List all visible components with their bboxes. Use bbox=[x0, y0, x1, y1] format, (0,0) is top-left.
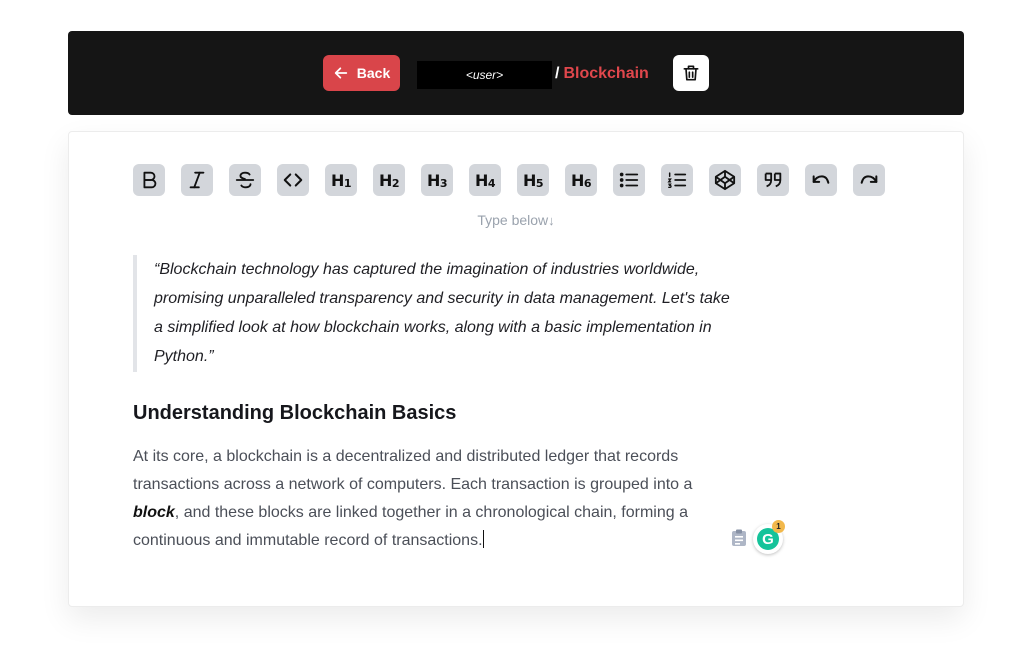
heading-1-label: H1 bbox=[330, 170, 352, 190]
undo-button[interactable] bbox=[805, 164, 837, 196]
quote-line: promising unparalleled transparency and … bbox=[154, 290, 730, 307]
grammarly-count-badge: 1 bbox=[772, 520, 785, 533]
paragraph-line: transactions across a network of compute… bbox=[133, 476, 693, 493]
grammarly-button[interactable]: G 1 bbox=[753, 520, 785, 554]
redo-icon bbox=[860, 175, 878, 184]
ordered-list-icon bbox=[667, 172, 687, 188]
paragraph-line: At its core, a blockchain is a decentral… bbox=[133, 448, 679, 465]
breadcrumb: / Blockchain bbox=[555, 62, 649, 86]
arrow-left-icon bbox=[334, 67, 347, 79]
bullet-list-button[interactable] bbox=[613, 164, 645, 196]
section-heading[interactable]: Understanding Blockchain Basics bbox=[133, 402, 456, 425]
heading-4-button[interactable]: H4 bbox=[469, 164, 501, 196]
clipboard-extension-icon[interactable] bbox=[731, 529, 747, 547]
document-title[interactable]: Blockchain bbox=[563, 65, 648, 83]
strikethrough-icon bbox=[235, 171, 255, 189]
bold-button[interactable] bbox=[133, 164, 165, 196]
code-button[interactable] bbox=[277, 164, 309, 196]
formatting-toolbar: H1 H2 H3 H4 H5 H6 bbox=[133, 164, 885, 196]
heading-3-button[interactable]: H3 bbox=[421, 164, 453, 196]
heading-5-label: H5 bbox=[522, 170, 544, 190]
arrow-down-icon: ↓ bbox=[548, 213, 555, 228]
user-name: <user> bbox=[417, 61, 552, 89]
text-cursor bbox=[482, 530, 484, 548]
undo-icon bbox=[812, 175, 830, 184]
heading-5-button[interactable]: H5 bbox=[517, 164, 549, 196]
blockquote-button[interactable] bbox=[757, 164, 789, 196]
header-bar: Back <user> / Blockchain bbox=[68, 31, 964, 115]
blockquote[interactable]: “Blockchain technology has captured the … bbox=[133, 255, 793, 372]
heading-2-button[interactable]: H2 bbox=[373, 164, 405, 196]
heading-1-button[interactable]: H1 bbox=[325, 164, 357, 196]
paragraph[interactable]: At its core, a blockchain is a decentral… bbox=[133, 443, 773, 555]
quote-line: Python.” bbox=[154, 348, 214, 365]
redo-button[interactable] bbox=[853, 164, 885, 196]
hint-text: Type below bbox=[477, 212, 549, 228]
delete-button[interactable] bbox=[673, 55, 709, 91]
type-below-hint: Type below↓ bbox=[69, 212, 963, 228]
trash-icon bbox=[683, 65, 699, 81]
editor-card: H1 H2 H3 H4 H5 H6 Type below↓ “Blockchai… bbox=[68, 131, 964, 607]
bold-icon bbox=[143, 171, 157, 189]
paragraph-line: continuous and immutable record of trans… bbox=[133, 532, 483, 549]
codepen-icon bbox=[714, 169, 736, 191]
italic-icon bbox=[189, 171, 205, 189]
heading-6-label: H6 bbox=[570, 170, 592, 190]
code-block-button[interactable] bbox=[709, 164, 741, 196]
breadcrumb-separator: / bbox=[555, 65, 560, 82]
heading-3-label: H3 bbox=[426, 170, 448, 190]
quote-line: “Blockchain technology has captured the … bbox=[154, 261, 700, 278]
quote-icon bbox=[764, 172, 782, 188]
heading-6-button[interactable]: H6 bbox=[565, 164, 597, 196]
heading-2-label: H2 bbox=[378, 170, 400, 190]
bullet-list-icon bbox=[619, 172, 639, 188]
paragraph-line: , and these blocks are linked together i… bbox=[174, 504, 688, 521]
code-icon bbox=[283, 173, 303, 187]
quote-line: a simplified look at how blockchain work… bbox=[154, 319, 712, 336]
back-button-label: Back bbox=[356, 65, 391, 81]
strikethrough-button[interactable] bbox=[229, 164, 261, 196]
ordered-list-button[interactable] bbox=[661, 164, 693, 196]
back-button[interactable]: Back bbox=[323, 55, 400, 91]
bold-italic-word: block bbox=[133, 504, 175, 521]
heading-4-label: H4 bbox=[474, 170, 496, 190]
italic-button[interactable] bbox=[181, 164, 213, 196]
